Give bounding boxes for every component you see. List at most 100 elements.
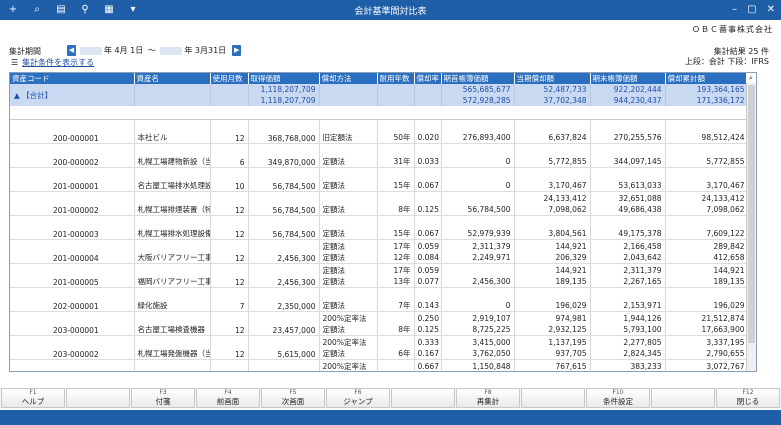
table-row[interactable]: 200-000002札幌工場建物新設（当期6349,870,000定額法31年0… xyxy=(10,143,749,168)
header-asset-name[interactable]: 資産名 xyxy=(134,73,211,84)
table-row[interactable]: 201-000003 札幌工場排水処理設備 12 56,784,500 定額法 15年 0.… xyxy=(10,215,749,240)
cell-open: 52,979,939 xyxy=(441,215,515,240)
condition-link[interactable]: ☰ 集計条件を表示する xyxy=(11,57,94,68)
fkey-f10[interactable]: F10 条件設定 xyxy=(586,388,650,408)
header-asset-code[interactable]: 資産コード xyxy=(10,73,135,84)
cell-close: 270,255,576 xyxy=(590,119,666,144)
cell-name: 福岡バリアフリー工事 xyxy=(134,263,211,288)
table-row[interactable]: 201-000002 札幌工場排煙装置（特 12 56,784,500 定額法 8年 0.1… xyxy=(10,191,749,216)
header-method[interactable]: 償却方法 xyxy=(319,73,378,84)
table-row[interactable]: 201-000005 福岡バリアフリー工事 12 2,456,300 定額法 定額法 17年… xyxy=(10,263,749,288)
fkey-f5[interactable]: F5 次画面 xyxy=(261,388,325,408)
cell-method: 200%定率法定額法 xyxy=(319,335,378,360)
cell-name: 緑化施設 xyxy=(134,287,211,312)
cell-close: 2,311,379 2,267,165 xyxy=(590,263,666,288)
period-label: 集計期間 xyxy=(9,47,41,56)
grid-search-icon[interactable]: ⌕ xyxy=(746,73,756,83)
table-header: 資産コード 資産名 使用月数 取得価額 償却方法 耐用年数 償却率 期首帳簿価額… xyxy=(10,73,749,84)
fkey-empty xyxy=(66,388,130,408)
cell-months: 12 xyxy=(210,311,249,336)
cell-dep: 3,804,561 xyxy=(514,215,591,240)
cell-acc: 3,170,467 xyxy=(665,167,749,192)
cell-method: 定額法 定額法 xyxy=(319,263,378,288)
cell-close: 2,277,805 2,824,345 xyxy=(590,335,666,360)
header-life[interactable]: 耐用年数 xyxy=(377,73,415,84)
cell-dep: 6,637,824 xyxy=(514,119,591,144)
table-row[interactable]: 201-000004 大阪バリアフリー工事 12 2,456,300 定額法 定額法 17年… xyxy=(10,239,749,264)
header-months[interactable]: 使用月数 xyxy=(210,73,249,84)
header-opening[interactable]: 期首帳簿価額 xyxy=(441,73,515,84)
prev-period-button[interactable]: ◀ xyxy=(67,45,76,56)
fkey-empty xyxy=(521,388,585,408)
header-closing[interactable]: 期末帳簿価額 xyxy=(590,73,666,84)
cell-close: 1,944,126 5,793,100 xyxy=(590,311,666,336)
cell-acc: 24,133,412 7,098,062 xyxy=(665,191,749,216)
table-row[interactable]: 202-000001 緑化施設 7 2,350,000 定額法 7年 0.143 0 196,0… xyxy=(10,287,749,312)
cell-dep: 1,137,195 937,705 xyxy=(514,335,591,360)
header-rate[interactable]: 償却率 xyxy=(414,73,442,84)
year-masked xyxy=(80,46,102,55)
table-row[interactable]: 201-000001名古屋工場排水処理設備1056,784,500定額法15年0… xyxy=(10,167,749,192)
company-name: ＯＢＣ薔事株式会社 xyxy=(692,25,773,34)
fkey-empty xyxy=(391,388,455,408)
fkey-f4[interactable]: F4 前画面 xyxy=(196,388,260,408)
vertical-scrollbar[interactable] xyxy=(746,73,756,371)
fkey-f1[interactable]: F1 ヘルプ xyxy=(1,388,65,408)
cell-acq: 3,456,000 xyxy=(248,359,320,371)
table-row[interactable]: 203-000002札幌工場発盤機器（当期125,615,000200%定率法定… xyxy=(10,335,749,360)
next-period-button[interactable]: ▶ xyxy=(232,45,242,56)
cell-dep: 974,981 2,932,125 xyxy=(514,311,591,336)
cell-rate: 0.067 xyxy=(414,167,442,192)
cell-acc: 98,512,424 xyxy=(665,119,749,144)
cell-name: 大阪バリアフリー工事 xyxy=(134,239,211,264)
cell-name: 札幌工場発盤機器（当期 xyxy=(134,335,211,360)
fkey-f6[interactable]: F6 ジャンプ xyxy=(326,388,390,408)
header-accumulated[interactable]: 償却累計額 xyxy=(665,73,749,84)
title-bar: + ⌕ ▤ ⚲ ▦ ▾ 会計基準間対比表 – ▢ ✕ xyxy=(0,0,781,20)
cell-life: 3年 xyxy=(377,359,415,371)
minimize-icon[interactable]: – xyxy=(732,3,737,17)
window-controls: – ▢ ✕ xyxy=(732,3,775,17)
cell-rate: 0.143 xyxy=(414,287,442,312)
fkey-f8[interactable]: F8 再集計 xyxy=(456,388,520,408)
collapse-icon[interactable]: ▲ xyxy=(14,91,20,100)
table-row[interactable]: 200-000001 本社ビル 12 368,768,000 旧定額法 50年 0.020 2… xyxy=(10,119,749,144)
cell-open: 2,456,300 xyxy=(441,263,515,288)
cell-open: 0 xyxy=(441,287,515,312)
scrollbar-thumb[interactable] xyxy=(748,85,755,343)
cell-life: 31年 xyxy=(377,143,415,168)
table-row[interactable]: 203-000001 名古屋工場検査機器 12 23,457,000 200%定率法 定額… xyxy=(10,311,749,336)
summary-row[interactable]: ▲ 【合計】 1,118,207,709 1,118,207,709 565,68… xyxy=(10,84,749,106)
cell-rate: 0.020 xyxy=(414,119,442,144)
cell-months: 12 xyxy=(210,215,249,240)
year-masked xyxy=(160,46,183,55)
display-mode: 上段：会計 下段：IFRS xyxy=(684,57,769,66)
status-bar xyxy=(0,410,781,425)
header-depreciation[interactable]: 当期償却額 xyxy=(514,73,591,84)
cell-acq: 56,784,500 xyxy=(248,191,320,216)
cell-dep: 5,772,855 xyxy=(514,143,591,168)
fkey-f12[interactable]: F12 閉じる xyxy=(716,388,780,408)
close-icon[interactable]: ✕ xyxy=(767,3,775,17)
header-acquisition[interactable]: 取得価額 xyxy=(248,73,320,84)
fkey-f3[interactable]: F3 付箋 xyxy=(131,388,195,408)
cell-name: 名古屋工場検査機器 xyxy=(134,311,211,336)
table-row[interactable]: 204-000001広島配送トラック（当期123,456,000200%定率法定… xyxy=(10,359,749,371)
cell-rate: 0.059 0.084 xyxy=(414,239,442,264)
cell-code: 200-000002 xyxy=(10,143,135,168)
maximize-icon[interactable]: ▢ xyxy=(747,3,756,17)
cell-method: 定額法 xyxy=(319,191,378,216)
cell-method: 定額法 xyxy=(319,167,378,192)
period-range: 年 4月 1日 ～ 年 3月31日 xyxy=(80,45,228,56)
cell-close: 49,175,378 xyxy=(590,215,666,240)
cell-name: 札幌工場排煙装置（特 xyxy=(134,191,211,216)
spacer-row xyxy=(10,106,749,120)
cell-acc: 144,921 189,135 xyxy=(665,263,749,288)
cell-dep: 144,921 189,135 xyxy=(514,263,591,288)
cell-name: 広島配送トラック（当期 xyxy=(134,359,211,371)
cell-close: 383,2331,147,392 xyxy=(590,359,666,371)
cell-code: 203-000002 xyxy=(10,335,135,360)
cell-acq: 56,784,500 xyxy=(248,167,320,192)
cell-method: 定額法 xyxy=(319,215,378,240)
cell-months: 12 xyxy=(210,119,249,144)
